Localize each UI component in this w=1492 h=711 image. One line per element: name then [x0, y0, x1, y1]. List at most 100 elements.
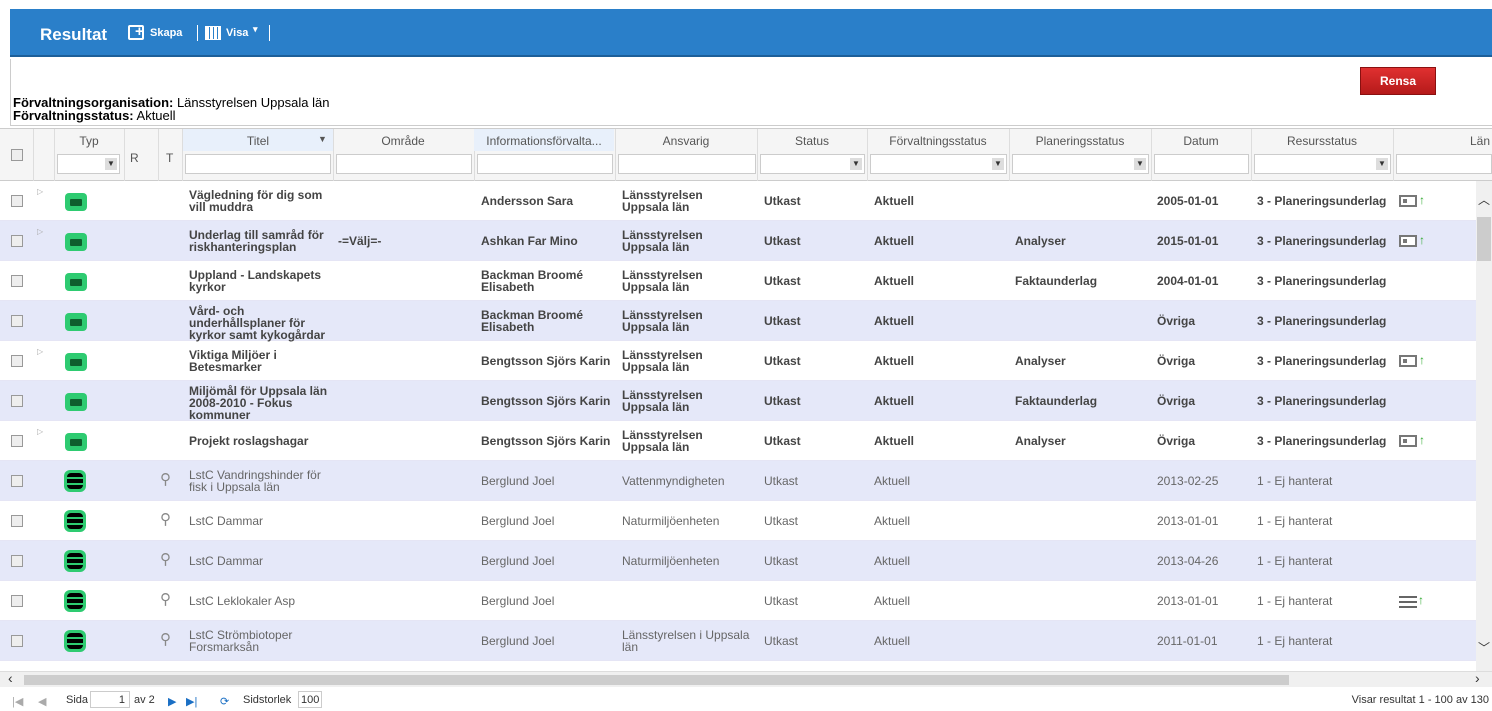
first-page-icon[interactable]: |◀ [12, 695, 23, 708]
resource-icon[interactable]: ↑ [1399, 233, 1425, 249]
last-page-icon[interactable]: ▶| [186, 695, 197, 708]
table-row[interactable]: Vård- och underhållsplaner för kyrkor samt… [0, 301, 1476, 341]
col-t[interactable]: T [166, 151, 173, 165]
row-checkbox[interactable] [11, 515, 23, 527]
lan-filter-input[interactable] [1396, 154, 1492, 174]
scroll-up-icon[interactable]: ︿ [1478, 191, 1490, 208]
col-typ[interactable]: Typ [54, 134, 124, 148]
visa-caret-icon[interactable]: ▾ [253, 24, 258, 35]
col-planeringsstatus[interactable]: Planeringsstatus [1009, 134, 1151, 148]
vertical-scrollbar[interactable]: ︿ ﹀ [1476, 181, 1492, 671]
row-checkbox[interactable] [11, 355, 23, 367]
col-ansvarig[interactable]: Ansvarig [615, 134, 757, 148]
expand-icon[interactable]: ▷ [37, 347, 43, 356]
row-title[interactable]: LstC Strömbiotoper Forsmarksån [189, 629, 339, 653]
sort-dropdown-icon[interactable]: ▼ [318, 134, 327, 144]
table-row[interactable]: ⚲ LstC Vandringshinder för fisk i Uppsala … [0, 461, 1476, 501]
map-pin-icon[interactable]: ⚲ [160, 592, 172, 608]
resource-icon[interactable]: ↑ [1399, 193, 1425, 209]
row-checkbox[interactable] [11, 635, 23, 647]
expand-icon[interactable]: ▷ [37, 427, 43, 436]
row-title[interactable]: LstC Dammar [189, 515, 339, 539]
folder-icon [65, 193, 87, 211]
info-filter-input[interactable] [477, 154, 613, 174]
visa-button[interactable]: Visa [226, 27, 248, 39]
scroll-right-icon[interactable]: › [1475, 670, 1480, 686]
col-lan[interactable]: Län [1470, 134, 1490, 148]
table-row[interactable]: Miljömål för Uppsala län 2008-2010 - Foku… [0, 381, 1476, 421]
refresh-icon[interactable]: ⟳ [220, 695, 229, 708]
forvaltningsstatus-filter-select[interactable]: ▼ [870, 154, 1007, 174]
ansvarig-filter-input[interactable] [618, 154, 756, 174]
col-titel[interactable]: Titel [183, 129, 333, 151]
row-title[interactable]: Miljömål för Uppsala län 2008-2010 - Foku… [189, 385, 339, 421]
map-pin-icon[interactable]: ⚲ [160, 552, 172, 568]
datum-filter-input[interactable] [1154, 154, 1249, 174]
row-title[interactable]: Underlag till samråd för riskhanteringspl… [189, 229, 339, 253]
row-checkbox[interactable] [11, 595, 23, 607]
planeringsstatus-filter-select[interactable]: ▼ [1012, 154, 1149, 174]
status-filter-select[interactable]: ▼ [760, 154, 865, 174]
row-title[interactable]: Vägledning för dig som vill muddra [189, 189, 339, 213]
map-pin-icon[interactable]: ⚲ [160, 512, 172, 528]
table-row[interactable]: ⚲ LstC Dammar Berglund Joel Naturmiljöenhet… [0, 501, 1476, 541]
horizontal-scrollbar[interactable]: ‹ › [0, 670, 1492, 687]
page-input[interactable]: 1 [90, 691, 130, 708]
col-forvaltningsstatus[interactable]: Förvaltningsstatus [867, 134, 1009, 148]
table-row[interactable]: ▷ Viktiga Miljöer i Betesmarker Bengtsson S… [0, 341, 1476, 381]
scroll-left-icon[interactable]: ‹ [8, 670, 13, 686]
row-checkbox[interactable] [11, 275, 23, 287]
row-title[interactable]: LstC Leklokaler Asp [189, 595, 339, 619]
scroll-down-icon[interactable]: ﹀ [1478, 639, 1490, 656]
expand-icon[interactable]: ▷ [37, 227, 43, 236]
table-row[interactable]: ▷ Vägledning för dig som vill muddra Anders… [0, 181, 1476, 221]
row-checkbox[interactable] [11, 435, 23, 447]
map-pin-icon[interactable]: ⚲ [160, 472, 172, 488]
row-checkbox[interactable] [11, 315, 23, 327]
row-checkbox[interactable] [11, 555, 23, 567]
row-title[interactable]: Uppland - Landskapets kyrkor [189, 269, 339, 293]
prev-page-icon[interactable]: ◀ [38, 695, 46, 708]
table-row[interactable]: ▷ Projekt roslagshagar Bengtsson Sjörs Kar… [0, 421, 1476, 461]
row-checkbox[interactable] [11, 395, 23, 407]
table-row[interactable]: ⚲ LstC Leklokaler Asp Berglund Joel Utkast A… [0, 581, 1476, 621]
table-row[interactable]: ▷ Underlag till samråd för riskhanteringsp… [0, 221, 1476, 261]
scroll-thumb[interactable] [1477, 217, 1491, 261]
row-checkbox[interactable] [11, 475, 23, 487]
col-status[interactable]: Status [757, 134, 867, 148]
resource-icon[interactable]: ↑ [1399, 353, 1425, 369]
select-all-checkbox[interactable] [11, 149, 23, 161]
omrade-filter-input[interactable] [336, 154, 472, 174]
col-info[interactable]: Informationsförvalta... [474, 129, 614, 151]
col-omrade[interactable]: Område [333, 134, 473, 148]
row-checkbox[interactable] [11, 195, 23, 207]
row-title[interactable]: Vård- och underhållsplaner för kyrkor samt… [189, 305, 339, 341]
next-page-icon[interactable]: ▶ [168, 695, 176, 708]
col-datum[interactable]: Datum [1151, 134, 1251, 148]
skapa-button[interactable]: Skapa [150, 27, 182, 39]
map-pin-icon[interactable]: ⚲ [160, 632, 172, 648]
row-checkbox[interactable] [11, 235, 23, 247]
resource-icon[interactable]: ↑ [1399, 433, 1425, 449]
list-icon[interactable] [1399, 596, 1417, 608]
expand-icon[interactable]: ▷ [37, 187, 43, 196]
page-size-input[interactable]: 100 [298, 691, 322, 708]
table-row[interactable]: Uppland - Landskapets kyrkor Backman Broom… [0, 261, 1476, 301]
row-title[interactable]: LstC Vandringshinder för fisk i Uppsala l… [189, 469, 339, 493]
table-row[interactable]: ⚲ LstC Dammar Berglund Joel Naturmiljöenhet… [0, 541, 1476, 581]
row-status: Utkast [764, 554, 799, 568]
rensa-button[interactable]: Rensa [1360, 67, 1436, 95]
row-title[interactable]: Projekt roslagshagar [189, 435, 339, 459]
results-grid: Typ ▼ R T Titel ▼ Område Informationsför… [0, 128, 1492, 671]
table-row[interactable]: ⚲ LstC Strömbiotoper Forsmarksån Berglund J… [0, 621, 1476, 661]
col-r[interactable]: R [130, 151, 139, 165]
add-icon[interactable] [128, 23, 144, 40]
col-resursstatus[interactable]: Resursstatus [1251, 134, 1393, 148]
titel-filter-input[interactable] [185, 154, 331, 174]
scroll-thumb[interactable] [24, 675, 1289, 685]
row-title[interactable]: LstC Dammar [189, 555, 339, 579]
grid-icon[interactable] [205, 26, 221, 40]
resursstatus-filter-select[interactable]: ▼ [1254, 154, 1391, 174]
row-title[interactable]: Viktiga Miljöer i Betesmarker [189, 349, 339, 373]
typ-filter-select[interactable]: ▼ [57, 154, 120, 174]
